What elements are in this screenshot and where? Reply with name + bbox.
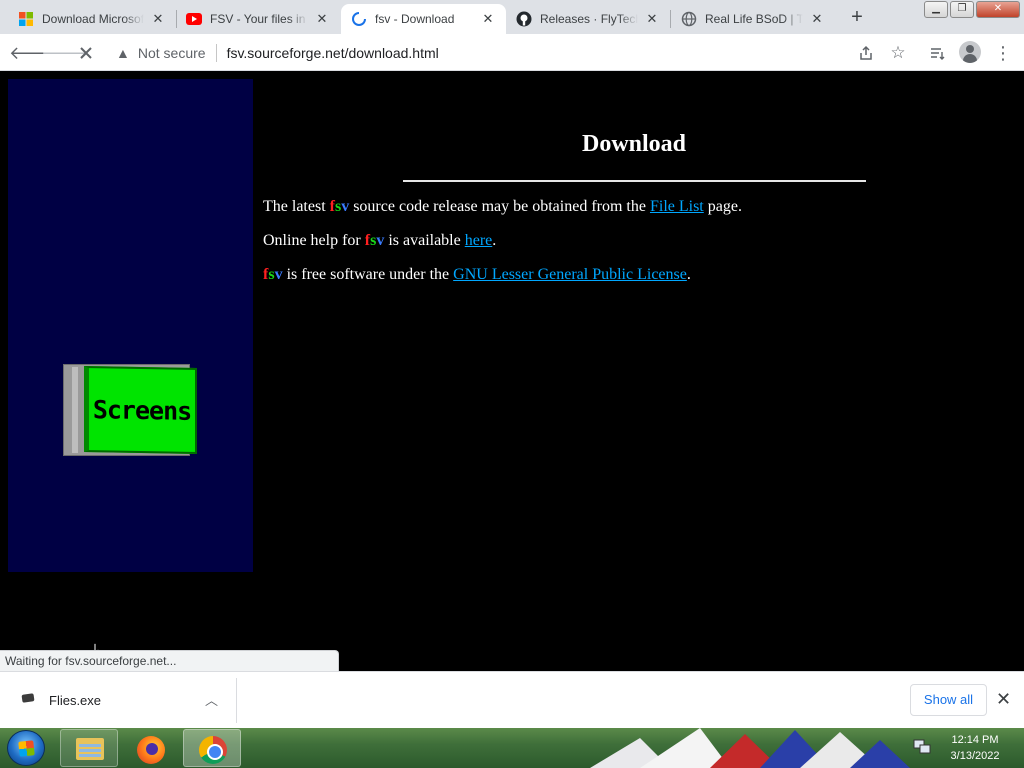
restore-button[interactable]: ❐ <box>950 1 974 18</box>
page-viewport: Screens Download The latest fsv source c… <box>0 71 1024 671</box>
profile-avatar-icon[interactable] <box>959 41 981 63</box>
github-icon <box>516 11 532 27</box>
warning-triangle-icon[interactable]: ▲ <box>116 45 130 61</box>
download-file-name: Flies.exe <box>49 693 102 708</box>
heading-divider <box>403 180 866 182</box>
network-icon[interactable] <box>913 738 931 756</box>
close-tab-icon[interactable]: ✕ <box>644 11 660 27</box>
close-tab-icon[interactable]: ✕ <box>314 11 330 27</box>
close-window-button[interactable]: ✕ <box>976 1 1020 18</box>
taskbar-chrome[interactable] <box>183 729 241 767</box>
executable-file-icon <box>21 693 35 703</box>
status-bubble: Waiting for fsv.sourceforge.net... <box>0 650 339 671</box>
tab-strip: Download Microsoft ✕ FSV - Your files in… <box>0 0 1024 34</box>
chevron-up-icon[interactable]: ︿ <box>205 690 218 709</box>
clock-time: 12:14 PM <box>951 734 999 746</box>
taskbar-file-explorer[interactable] <box>60 729 118 767</box>
fsv-logo-text: fsv <box>364 232 385 249</box>
wallpaper-art <box>590 728 910 768</box>
loading-spinner-icon <box>351 11 367 27</box>
lgpl-license-link[interactable]: GNU Lesser General Public License <box>453 266 687 283</box>
fsv-logo-text: fsv <box>263 266 283 283</box>
fsv-logo-text: fsv <box>329 198 350 215</box>
help-here-link[interactable]: here <box>465 232 493 249</box>
download-item[interactable]: Flies.exe ︿ <box>0 678 237 723</box>
tab-real-life-bsod[interactable]: Real Life BSoD | The ✕ <box>671 4 835 34</box>
bookmark-star-icon[interactable]: ☆ <box>885 40 911 66</box>
close-tab-icon[interactable]: ✕ <box>809 11 825 27</box>
youtube-icon <box>186 11 202 27</box>
tab-fsv-youtube[interactable]: FSV - Your files in 3D ✕ <box>176 4 340 34</box>
download-shelf: Flies.exe ︿ Show all ✕ <box>0 671 1024 728</box>
tab-title: fsv - Download <box>375 12 455 26</box>
close-shelf-icon[interactable]: ✕ <box>996 688 1011 710</box>
tab-title: Real Life BSoD | The <box>705 12 803 26</box>
page-title: Download <box>581 131 687 157</box>
close-tab-icon[interactable]: ✕ <box>480 11 496 27</box>
tab-fsv-download[interactable]: fsv - Download ✕ <box>341 4 506 34</box>
omnibox-divider <box>215 43 217 62</box>
paragraph-file-list: The latest fsv source code release may b… <box>263 198 742 216</box>
menu-kebab-icon[interactable]: ⋮ <box>990 40 1016 66</box>
tab-releases-github[interactable]: Releases · FlyTechVideos ✕ <box>506 4 670 34</box>
navigation-sidebar: Screens <box>8 79 253 572</box>
para-text: Online help for <box>263 232 365 249</box>
para-text: source code release may be obtained from… <box>349 198 650 215</box>
paragraph-license: fsv is free software under the GNU Lesse… <box>263 266 691 284</box>
close-tab-icon[interactable]: ✕ <box>150 11 166 27</box>
start-button[interactable] <box>7 730 45 766</box>
para-text: is free software under the <box>282 266 454 283</box>
address-bar[interactable]: ▲ Not secure fsv.sourceforge.net/downloa… <box>106 38 886 67</box>
paragraph-online-help: Online help for fsv is available here. <box>263 232 496 250</box>
window-controls: ▁ ❐ ✕ <box>924 1 1020 18</box>
clock-date: 3/13/2022 <box>950 750 1000 762</box>
folder-icon <box>76 738 104 760</box>
minimize-button[interactable]: ▁ <box>924 1 948 18</box>
para-text: The latest <box>263 198 330 215</box>
windows-taskbar: 12:14 PM 3/13/2022 <box>0 728 1024 768</box>
show-all-button[interactable]: Show all <box>910 684 987 716</box>
para-text: . <box>686 266 691 283</box>
tab-download-microsoft[interactable]: Download Microsoft ✕ <box>8 4 176 34</box>
para-text: is available <box>384 232 465 249</box>
screens-nav-button[interactable]: Screens <box>63 364 198 456</box>
tab-title: Releases · FlyTechVideos <box>540 12 638 26</box>
new-tab-button[interactable]: + <box>845 6 869 30</box>
chrome-icon <box>199 736 227 764</box>
reading-list-icon[interactable] <box>924 40 950 66</box>
screens-button-label: Screens <box>84 366 197 454</box>
tab-title: Download Microsoft <box>42 12 144 26</box>
globe-icon <box>681 11 697 27</box>
share-icon[interactable] <box>853 40 879 66</box>
taskbar-firefox[interactable] <box>121 729 179 767</box>
tab-title: FSV - Your files in 3D <box>210 12 308 26</box>
para-text: page. <box>703 198 742 215</box>
security-label: Not secure <box>137 44 206 61</box>
browser-toolbar: 🡐 🡒 ▲ Not secure fsv.sourceforge.net/dow… <box>0 34 1024 71</box>
firefox-icon <box>137 736 165 764</box>
system-clock[interactable]: 12:14 PM 3/13/2022 <box>942 732 1008 764</box>
windows-logo-icon <box>18 11 34 27</box>
url-text[interactable]: fsv.sourceforge.net/download.html <box>227 45 439 61</box>
para-text: . <box>492 232 497 249</box>
file-list-link[interactable]: File List <box>650 198 704 215</box>
back-arrow-icon[interactable]: 🡐 <box>9 40 57 66</box>
stop-loading-icon[interactable] <box>73 40 99 66</box>
forward-arrow-icon[interactable]: 🡒 <box>41 40 89 66</box>
